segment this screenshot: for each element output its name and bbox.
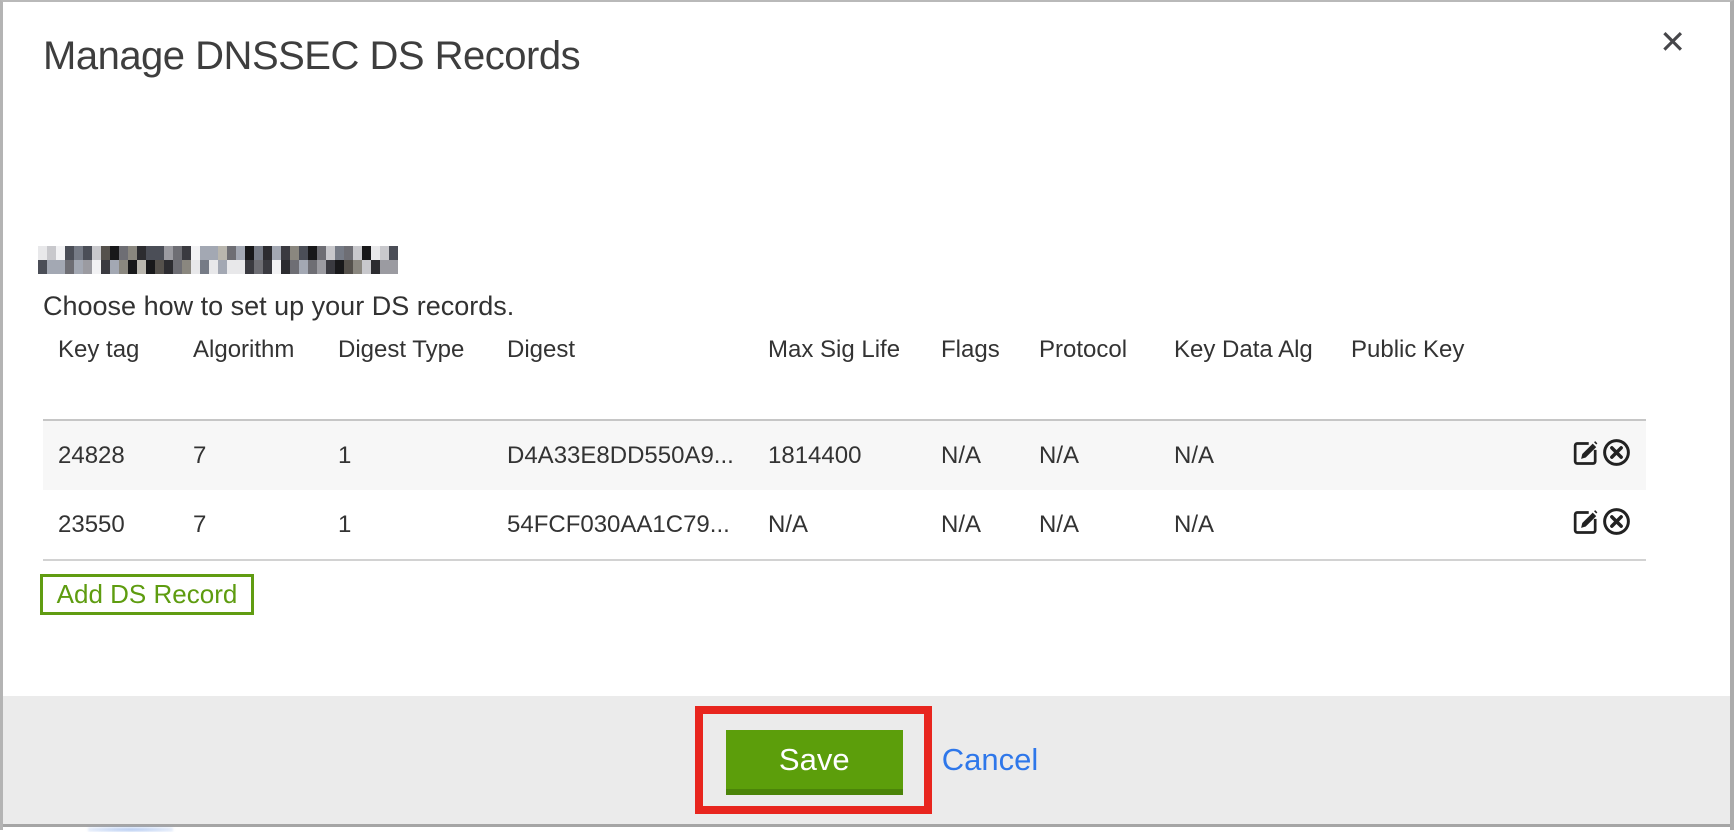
header-key-data-alg: Key Data Alg (1159, 332, 1336, 420)
cell-digest: D4A33E8DD550A9... (492, 420, 753, 490)
header-algorithm: Algorithm (178, 332, 323, 420)
header-actions (1526, 332, 1646, 420)
redacted-domain-name (38, 246, 398, 274)
header-max-sig-life: Max Sig Life (753, 332, 926, 420)
delete-record-icon[interactable] (1601, 437, 1632, 475)
setup-instructions-text: Choose how to set up your DS records. (43, 291, 514, 322)
cell-algorithm: 7 (178, 420, 323, 490)
table-row: 23550 7 1 54FCF030AA1C79... N/A N/A N/A … (43, 490, 1646, 560)
cell-protocol: N/A (1024, 420, 1159, 490)
cell-public-key (1336, 420, 1526, 490)
cell-max-sig-life: 1814400 (753, 420, 926, 490)
table-row: 24828 7 1 D4A33E8DD550A9... 1814400 N/A … (43, 420, 1646, 490)
header-protocol: Protocol (1024, 332, 1159, 420)
add-ds-record-button[interactable]: Add DS Record (40, 574, 254, 615)
close-icon[interactable]: ✕ (1659, 24, 1686, 60)
cell-max-sig-life: N/A (753, 490, 926, 560)
header-public-key: Public Key (1336, 332, 1526, 420)
header-flags: Flags (926, 332, 1024, 420)
cell-key-tag: 23550 (43, 490, 178, 560)
page-title: Manage DNSSEC DS Records (43, 32, 580, 80)
ds-records-table: Key tag Algorithm Digest Type Digest Max… (43, 332, 1646, 561)
modal-footer: Save Cancel (3, 696, 1730, 827)
cell-public-key (1336, 490, 1526, 560)
cell-flags: N/A (926, 420, 1024, 490)
cell-digest-type: 1 (323, 420, 492, 490)
header-key-tag: Key tag (43, 332, 178, 420)
cell-algorithm: 7 (178, 490, 323, 560)
edit-record-icon[interactable] (1570, 506, 1601, 544)
cell-digest-type: 1 (323, 490, 492, 560)
edit-record-icon[interactable] (1570, 437, 1601, 475)
header-digest-type: Digest Type (323, 332, 492, 420)
cell-digest: 54FCF030AA1C79... (492, 490, 753, 560)
cell-key-tag: 24828 (43, 420, 178, 490)
header-digest: Digest (492, 332, 753, 420)
cell-flags: N/A (926, 490, 1024, 560)
save-button[interactable]: Save (726, 730, 903, 795)
cell-protocol: N/A (1024, 490, 1159, 560)
delete-record-icon[interactable] (1601, 506, 1632, 544)
cancel-link[interactable]: Cancel (942, 742, 1039, 778)
table-header-row: Key tag Algorithm Digest Type Digest Max… (43, 332, 1646, 420)
cell-key-data-alg: N/A (1159, 490, 1336, 560)
red-annotation-box: Save (695, 706, 932, 814)
cell-key-data-alg: N/A (1159, 420, 1336, 490)
dnssec-modal-window: Manage DNSSEC DS Records ✕ Choose how to… (0, 0, 1734, 830)
